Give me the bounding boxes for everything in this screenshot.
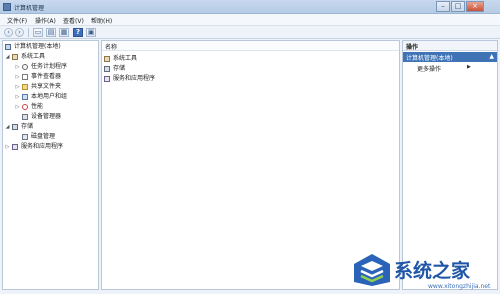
expand-icon[interactable]: ▷ — [15, 84, 20, 90]
services-icon — [12, 144, 18, 150]
users-icon — [22, 94, 28, 100]
properties-icon[interactable]: ▦ — [59, 28, 69, 37]
menu-help[interactable]: 帮助(H) — [91, 16, 112, 25]
services-icon — [104, 76, 110, 82]
help-icon[interactable]: ? — [73, 28, 83, 37]
collapse-icon[interactable]: ◢ — [5, 54, 10, 60]
maximize-button[interactable]: □ — [451, 1, 465, 12]
show-hide-tree-icon[interactable]: ▤ — [46, 28, 56, 37]
expand-icon[interactable]: ▷ — [15, 104, 20, 110]
expand-icon[interactable]: ▷ — [15, 94, 20, 100]
expand-icon[interactable]: ▷ — [15, 74, 20, 80]
storage-icon — [12, 124, 18, 130]
disk-icon — [22, 134, 28, 140]
menu-view[interactable]: 查看(V) — [63, 16, 84, 25]
arrow-right-icon[interactable]: › — [15, 28, 24, 37]
navigation-tree: 计算机管理(本地) ◢ 系统工具 ▷ 任务计划程序 ▷ 事件查看器 ▷ 共享文件… — [2, 40, 99, 290]
computer-icon — [5, 44, 11, 50]
window-title: 计算机管理 — [14, 5, 45, 12]
device-icon — [22, 114, 28, 120]
menu-file[interactable]: 文件(F) — [7, 16, 27, 25]
column-header-name[interactable]: 名称 — [102, 41, 399, 51]
menu-bar: 文件(F) 操作(A) 查看(V) 帮助(H) — [0, 14, 500, 26]
log-icon — [22, 74, 28, 80]
watermark-logo-icon — [354, 254, 390, 286]
watermark-url: www.xitongzhijia.net — [428, 283, 491, 290]
watermark-text: 系统之家 — [394, 260, 471, 282]
clock-icon — [22, 64, 28, 70]
folder-icon — [22, 84, 28, 90]
toolbar: ‹ › ▭ ▤ ▦ ? ▣ — [0, 26, 500, 39]
menu-action[interactable]: 操作(A) — [35, 16, 56, 25]
console-icon[interactable]: ▣ — [86, 28, 96, 37]
actions-header: 操作 — [403, 41, 497, 51]
actions-selected-item[interactable]: 计算机管理(本地) ▲ — [403, 52, 497, 62]
storage-icon — [104, 66, 110, 72]
watermark: 系统之家 www.xitongzhijia.net — [352, 244, 498, 292]
collapse-icon[interactable]: ◢ — [5, 124, 10, 130]
up-level-icon[interactable]: ▭ — [33, 28, 43, 37]
tools-icon — [12, 54, 18, 60]
arrow-left-icon[interactable]: ‹ — [4, 28, 13, 37]
expand-icon[interactable]: ▷ — [15, 64, 20, 70]
performance-icon — [22, 104, 28, 110]
title-bar: 计算机管理 – □ × — [0, 0, 500, 14]
more-actions-item[interactable]: 更多操作 ▶ — [403, 63, 497, 73]
close-button[interactable]: × — [466, 1, 484, 12]
expand-icon[interactable]: ▷ — [5, 144, 10, 150]
chevron-up-icon[interactable]: ▲ — [489, 53, 494, 60]
minimize-button[interactable]: – — [436, 1, 450, 12]
computer-management-icon — [3, 3, 11, 11]
tools-icon — [104, 56, 110, 62]
chevron-right-icon: ▶ — [467, 64, 471, 70]
